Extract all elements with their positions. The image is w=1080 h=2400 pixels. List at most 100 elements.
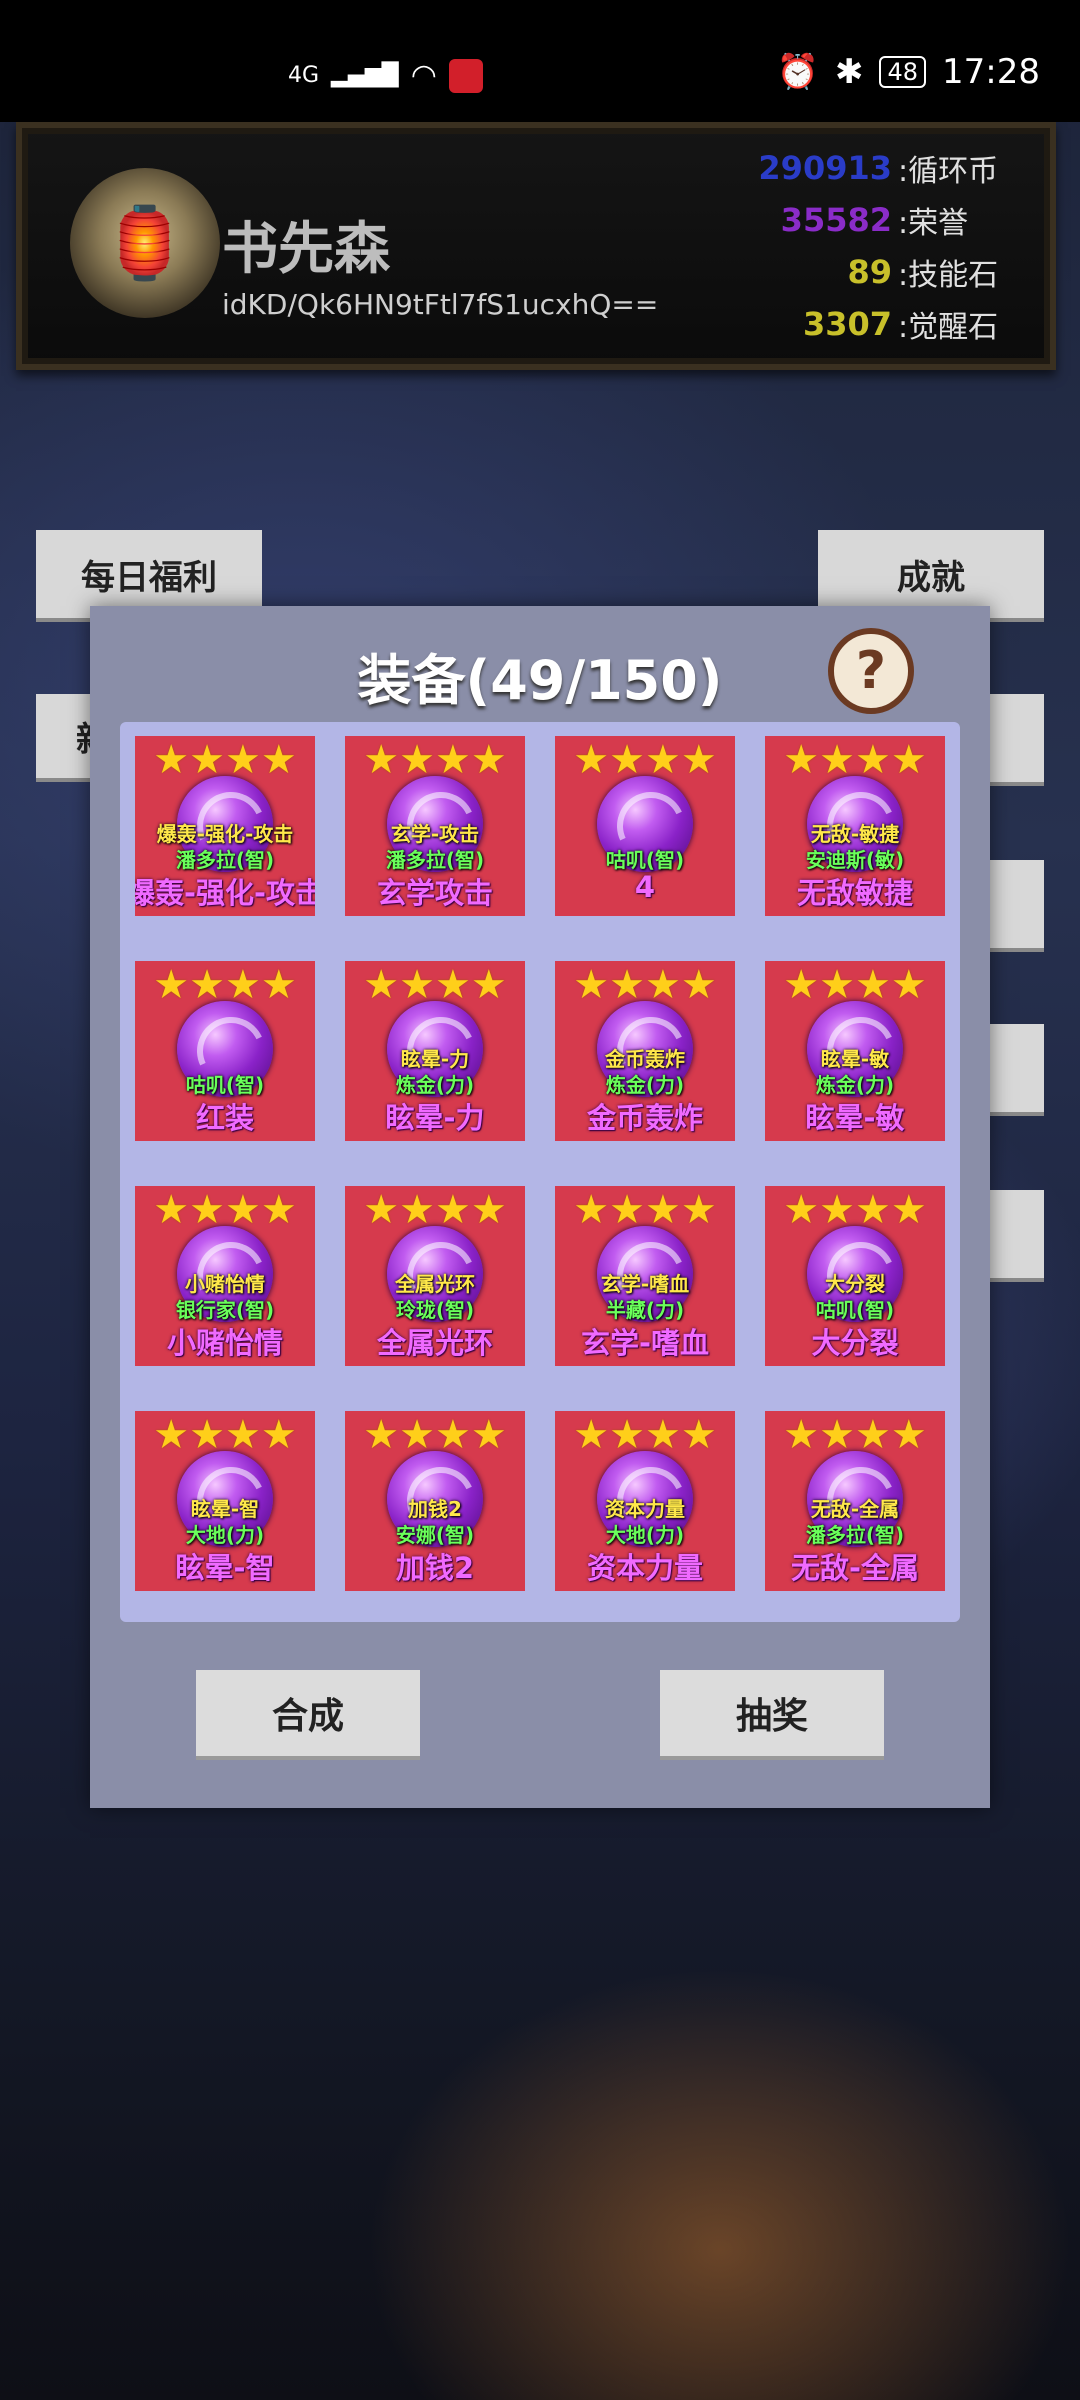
- star-rating-icon: ★★★★: [363, 1412, 507, 1458]
- equipment-card[interactable]: ★★★★ 加钱2 安娜(智) 加钱2: [345, 1411, 525, 1591]
- skill-name: 大分裂: [825, 1272, 885, 1296]
- equipment-card[interactable]: ★★★★ 玄学-嗜血 半藏(力) 玄学-嗜血: [555, 1186, 735, 1366]
- star-rating-icon: ★★★★: [783, 962, 927, 1008]
- equipment-card[interactable]: ★★★★ 咕叽(智) 4: [555, 736, 735, 916]
- equipment-card[interactable]: ★★★★ 全属光环 玲珑(智) 全属光环: [345, 1186, 525, 1366]
- currency-label: :荣誉: [898, 206, 969, 241]
- item-name: 大分裂: [811, 1326, 899, 1360]
- equipment-modal: 装备(49/150) ? ★★★★ 爆轰-强化-攻击 潘多拉(智) 爆轰-强化-…: [90, 606, 990, 1808]
- clock: 17:28: [942, 52, 1040, 92]
- currency-skill-stone: 89 :技能石: [702, 250, 1002, 294]
- item-name: 眩晕-敏: [805, 1101, 905, 1135]
- currency-value: 35582: [780, 201, 892, 239]
- hero-name: 银行家(智): [175, 1298, 275, 1322]
- right-side-button-3[interactable]: [984, 1024, 1044, 1116]
- skill-name: 玄学-攻击: [390, 822, 480, 846]
- merge-button[interactable]: 合成: [196, 1670, 420, 1760]
- star-rating-icon: ★★★★: [783, 737, 927, 783]
- currency-label: :循环币: [898, 154, 999, 189]
- currency-value: 3307: [802, 305, 892, 343]
- star-rating-icon: ★★★★: [783, 1412, 927, 1458]
- hero-name: 安迪斯(敏): [805, 848, 905, 872]
- username: 书先森: [222, 217, 390, 282]
- user-id: idKD/Qk6HN9tFtl7fS1ucxhQ==: [222, 288, 659, 321]
- item-name: 眩晕-力: [385, 1101, 485, 1135]
- star-rating-icon: ★★★★: [573, 962, 717, 1008]
- star-rating-icon: ★★★★: [153, 1187, 297, 1233]
- item-name: 金币轰炸: [586, 1101, 703, 1135]
- hero-name: 炼金(力): [815, 1073, 895, 1097]
- app-notification-icon: [448, 58, 483, 93]
- hero-name: 大地(力): [605, 1523, 685, 1547]
- equipment-card[interactable]: ★★★★ 眩晕-力 炼金(力) 眩晕-力: [345, 961, 525, 1141]
- equipment-card[interactable]: ★★★★ 金币轰炸 炼金(力) 金币轰炸: [555, 961, 735, 1141]
- battery-icon: 48: [879, 56, 927, 88]
- skill-name: 金币轰炸: [605, 1047, 685, 1071]
- avatar[interactable]: 🏮: [70, 168, 220, 318]
- skill-name: 爆轰-强化-攻击: [156, 822, 294, 846]
- alarm-icon: ⏰: [776, 52, 819, 92]
- item-name: 无敌-全属: [790, 1551, 920, 1585]
- equipment-card[interactable]: ★★★★ 大分裂 咕叽(智) 大分裂: [765, 1186, 945, 1366]
- hero-name: 潘多拉(智): [385, 848, 485, 872]
- left-side-button[interactable]: 新: [36, 694, 110, 782]
- star-rating-icon: ★★★★: [153, 1412, 297, 1458]
- hero-name: 咕叽(智): [185, 1073, 265, 1097]
- item-name: 4: [634, 870, 656, 904]
- skill-name: 眩晕-敏: [820, 1047, 890, 1071]
- skill-name: 眩晕-智: [190, 1497, 260, 1521]
- equipment-grid: ★★★★ 爆轰-强化-攻击 潘多拉(智) 爆轰-强化-攻击 ★★★★ 玄学-攻击…: [120, 722, 960, 1622]
- hero-name: 咕叽(智): [605, 848, 685, 872]
- equipment-card[interactable]: ★★★★ 资本力量 大地(力) 资本力量: [555, 1411, 735, 1591]
- star-rating-icon: ★★★★: [573, 1412, 717, 1458]
- network-type: 4G: [288, 63, 320, 88]
- hero-name: 玲珑(智): [395, 1298, 475, 1322]
- star-rating-icon: ★★★★: [363, 1187, 507, 1233]
- right-side-button-2[interactable]: [984, 860, 1044, 952]
- right-side-button-4[interactable]: [984, 1190, 1044, 1282]
- profile-panel: 🏮 书先森 idKD/Qk6HN9tFtl7fS1ucxhQ== 290913 …: [16, 122, 1056, 370]
- item-name: 眩晕-智: [175, 1551, 275, 1585]
- hero-name: 大地(力): [185, 1523, 265, 1547]
- skill-name: 无敌-敏捷: [810, 822, 900, 846]
- currency-label: :技能石: [898, 258, 999, 293]
- star-rating-icon: ★★★★: [363, 737, 507, 783]
- item-name: 红装: [195, 1101, 254, 1135]
- equipment-card[interactable]: ★★★★ 玄学-攻击 潘多拉(智) 玄学攻击: [345, 736, 525, 916]
- item-name: 无敌敏捷: [796, 876, 913, 910]
- equipment-card[interactable]: ★★★★ 眩晕-敏 炼金(力) 眩晕-敏: [765, 961, 945, 1141]
- currency-value: 89: [847, 253, 892, 291]
- skill-name: 全属光环: [395, 1272, 475, 1296]
- star-rating-icon: ★★★★: [153, 962, 297, 1008]
- currency-label: :觉醒石: [898, 310, 999, 345]
- currency-value: 290913: [758, 149, 892, 187]
- hero-name: 炼金(力): [395, 1073, 475, 1097]
- right-side-button-1[interactable]: [984, 694, 1044, 786]
- currency-cycle-coin: 290913 :循环币: [702, 146, 1002, 190]
- star-rating-icon: ★★★★: [363, 962, 507, 1008]
- star-rating-icon: ★★★★: [783, 1187, 927, 1233]
- hero-name: 潘多拉(智): [805, 1523, 905, 1547]
- star-rating-icon: ★★★★: [153, 737, 297, 783]
- skill-name: 小赌怡情: [185, 1272, 265, 1296]
- hero-name: 咕叽(智): [815, 1298, 895, 1322]
- lottery-button[interactable]: 抽奖: [660, 1670, 884, 1760]
- equipment-card[interactable]: ★★★★ 无敌-全属 潘多拉(智) 无敌-全属: [765, 1411, 945, 1591]
- equipment-card[interactable]: ★★★★ 爆轰-强化-攻击 潘多拉(智) 爆轰-强化-攻击: [135, 736, 315, 916]
- item-name: 资本力量: [586, 1551, 703, 1585]
- equipment-card[interactable]: ★★★★ 咕叽(智) 红装: [135, 961, 315, 1141]
- hero-name: 炼金(力): [605, 1073, 685, 1097]
- item-name: 玄学-嗜血: [580, 1326, 710, 1360]
- item-name: 小赌怡情: [166, 1326, 283, 1360]
- item-name: 加钱2: [395, 1551, 475, 1585]
- help-button[interactable]: ?: [828, 628, 914, 714]
- equipment-card[interactable]: ★★★★ 小赌怡情 银行家(智) 小赌怡情: [135, 1186, 315, 1366]
- hero-name: 潘多拉(智): [175, 848, 275, 872]
- hero-name: 安娜(智): [395, 1523, 475, 1547]
- skill-name: 眩晕-力: [400, 1047, 470, 1071]
- signal-icon: ▂▄▆█: [331, 63, 399, 88]
- equipment-card[interactable]: ★★★★ 眩晕-智 大地(力) 眩晕-智: [135, 1411, 315, 1591]
- equipment-card[interactable]: ★★★★ 无敌-敏捷 安迪斯(敏) 无敌敏捷: [765, 736, 945, 916]
- wifi-icon: ◠: [410, 58, 437, 93]
- item-name: 爆轰-强化-攻击: [135, 876, 315, 910]
